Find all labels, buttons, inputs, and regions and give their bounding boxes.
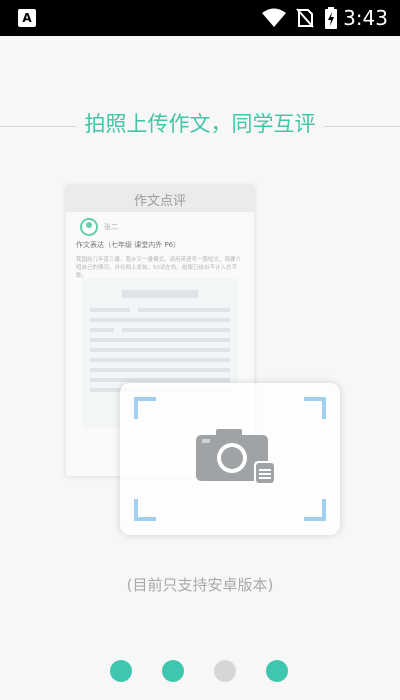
essay-subject: 作文表达（七年级 课堂内外 P6） — [76, 241, 181, 249]
essay-card-header: 作文点评 — [66, 186, 254, 212]
paper-line — [90, 328, 114, 332]
essay-body-text: 我国前几年曾三番，我乡又一番模式。请用英语写一篇短文，简要介绍自己的情况，并在网… — [76, 257, 242, 279]
paper-line — [90, 318, 230, 322]
essay-author-name: 张二 — [104, 223, 118, 231]
page-title: 拍照上传作文，同学互评 — [76, 108, 324, 138]
paper-line — [90, 338, 230, 342]
page-dot-4[interactable] — [266, 660, 288, 682]
wifi-icon — [262, 8, 286, 27]
status-time: 3:43 — [343, 6, 388, 30]
paper-line — [90, 358, 230, 362]
no-sim-icon — [296, 8, 314, 28]
essay-author: 张二 — [66, 212, 254, 236]
status-bar: A 3:43 — [0, 0, 400, 36]
paper-line — [90, 378, 230, 382]
paper-line — [90, 368, 230, 372]
paper-line — [122, 328, 230, 332]
app-notification-icon: A — [18, 9, 36, 27]
frame-corner-bottom-left — [134, 499, 156, 521]
frame-corner-top-right — [304, 397, 326, 419]
page-dot-1[interactable] — [110, 660, 132, 682]
camera-icon — [196, 429, 276, 485]
paper-line — [122, 290, 198, 298]
status-icons — [262, 7, 338, 29]
paper-line — [138, 308, 230, 312]
frame-corner-top-left — [134, 397, 156, 419]
camera-scan-frame — [120, 383, 340, 535]
page-dot-3[interactable] — [214, 660, 236, 682]
title-row: 拍照上传作文，同学互评 — [0, 108, 400, 144]
battery-charging-icon — [325, 7, 337, 29]
paper-line — [90, 308, 130, 312]
paper-line — [90, 348, 230, 352]
page-dot-2[interactable] — [162, 660, 184, 682]
page-indicator — [0, 660, 400, 682]
avatar — [80, 218, 98, 236]
frame-corner-bottom-right — [304, 499, 326, 521]
android-only-note: (目前只支持安卓版本) — [126, 576, 274, 594]
